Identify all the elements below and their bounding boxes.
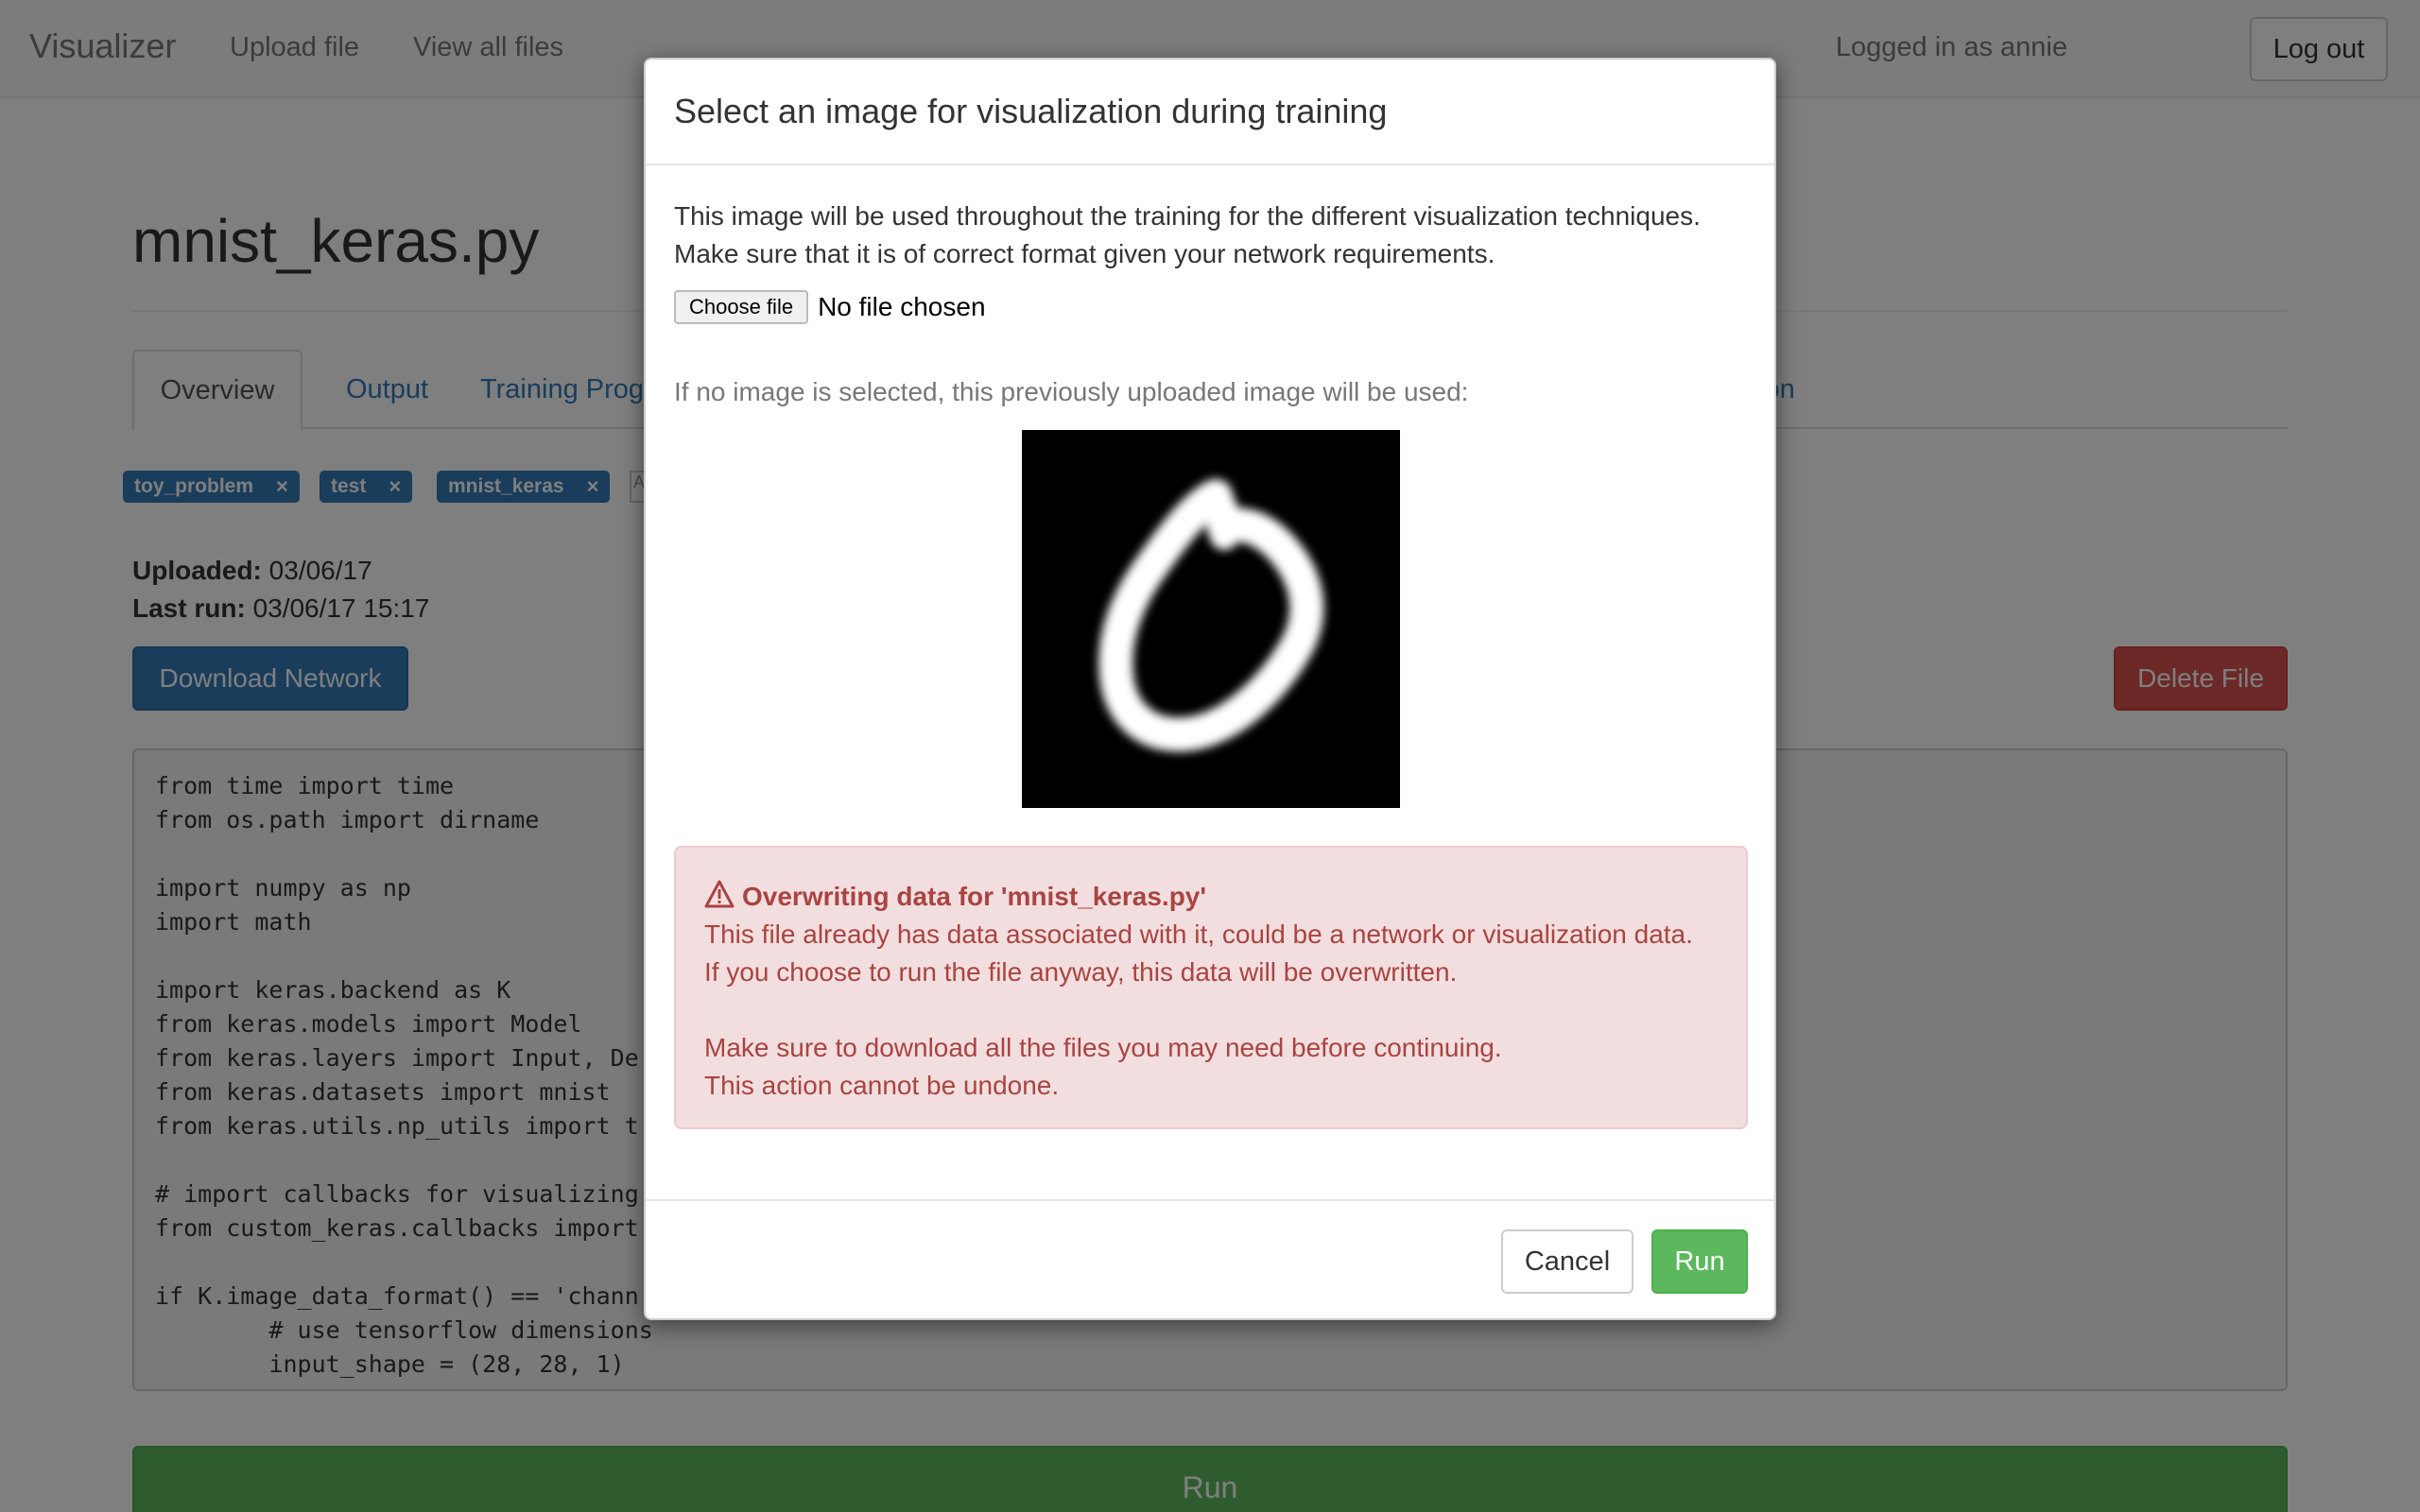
alert-line: This action cannot be undone. — [704, 1071, 1060, 1100]
modal-description-line: This image will be used throughout the t… — [674, 201, 1701, 231]
alert-spacer — [704, 991, 1718, 1029]
modal-description-line: Make sure that it is of correct format g… — [674, 239, 1495, 268]
file-status-text: No file chosen — [818, 292, 986, 321]
image-select-modal: Select an image for visualization during… — [644, 58, 1776, 1320]
modal-title: Select an image for visualization during… — [674, 92, 1388, 130]
previous-image-preview — [1022, 430, 1400, 808]
alert-title: Overwriting data for 'mnist_keras.py' — [704, 878, 1718, 916]
file-input: Choose file No file chosen — [674, 290, 986, 324]
alert-title-text: Overwriting data for 'mnist_keras.py' — [742, 882, 1207, 911]
run-button[interactable]: Run — [1651, 1229, 1748, 1294]
modal-header: Select an image for visualization during… — [646, 60, 1774, 165]
modal-description: This image will be used throughout the t… — [674, 198, 1752, 273]
choose-file-button[interactable]: Choose file — [674, 290, 809, 324]
overwrite-warning-alert: Overwriting data for 'mnist_keras.py' Th… — [674, 846, 1748, 1129]
alert-line: This file already has data associated wi… — [704, 919, 1693, 949]
cancel-button[interactable]: Cancel — [1501, 1229, 1634, 1294]
modal-footer: Cancel Run — [646, 1199, 1774, 1320]
alert-line: Make sure to download all the files you … — [704, 1033, 1502, 1062]
alert-line: If you choose to run the file anyway, th… — [704, 957, 1458, 987]
previous-image-text: If no image is selected, this previously… — [674, 377, 1469, 406]
warning-icon — [704, 880, 742, 915]
